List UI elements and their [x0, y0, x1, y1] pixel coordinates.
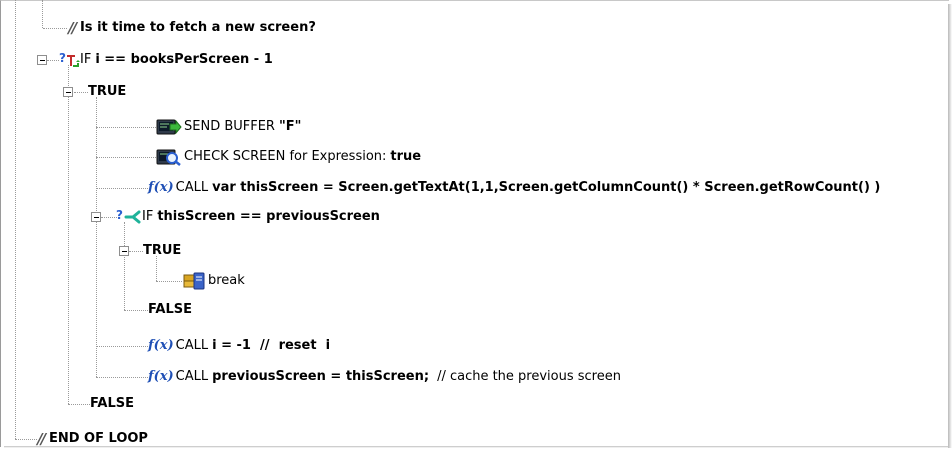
tree-node-call[interactable]: f(x) CALL previousScreen = thisScreen; /…: [148, 367, 621, 387]
tree-line: [43, 28, 67, 29]
tree-line: [96, 346, 148, 347]
tree-node-if[interactable]: ? IF i == booksPerScreen - 1: [58, 50, 273, 70]
tree-line: [124, 310, 148, 311]
collapse-toggle[interactable]: [63, 87, 73, 97]
send-buffer-label: SEND BUFFER: [184, 119, 275, 134]
tree-node-send-buffer[interactable]: SEND BUFFER "F": [156, 117, 301, 137]
tree-line: [42, 0, 43, 28]
tree-line: [96, 377, 148, 378]
tree-node-false[interactable]: FALSE: [90, 394, 134, 414]
tree-line: [129, 251, 143, 252]
function-icon: f(x): [148, 338, 174, 353]
check-screen-value: true: [390, 149, 422, 164]
branch-if-icon: ?: [116, 208, 142, 225]
tree-node-false[interactable]: FALSE: [148, 300, 192, 320]
comment-icon: //: [68, 19, 77, 37]
check-screen-label: CHECK SCREEN for Expression:: [184, 149, 387, 164]
call-keyword: CALL: [175, 369, 209, 384]
tree-line: [96, 188, 148, 189]
tree-node-call[interactable]: f(x) CALL var thisScreen = Screen.getTex…: [148, 178, 880, 198]
tree-line: [101, 217, 117, 218]
if-icon: ?: [58, 51, 80, 68]
tree-line: [15, 439, 37, 440]
panel-shadow-right: [948, 4, 952, 448]
function-icon: f(x): [148, 369, 174, 384]
comment-icon: //: [37, 430, 46, 448]
call-code: var thisScreen = Screen.getTextAt(1,1,Sc…: [212, 180, 881, 195]
tree-line: [96, 127, 156, 128]
tree-node-break[interactable]: break: [182, 271, 245, 291]
tree-line: [15, 0, 16, 439]
function-icon: f(x): [148, 180, 174, 195]
branch-label: FALSE: [90, 396, 134, 411]
node-text: END OF LOOP: [48, 431, 148, 446]
tree-line: [74, 92, 88, 93]
call-comment: // cache the previous screen: [437, 369, 621, 384]
tree-node-comment[interactable]: // Is it time to fetch a new screen?: [68, 18, 316, 38]
collapse-toggle[interactable]: [119, 246, 129, 256]
tree-node-check-screen[interactable]: CHECK SCREEN for Expression: true: [156, 147, 421, 167]
node-text: Is it time to fetch a new screen?: [79, 20, 316, 35]
tree-node-true[interactable]: TRUE: [88, 82, 126, 102]
call-code: previousScreen = thisScreen;: [212, 369, 430, 384]
tree-line: [156, 281, 182, 282]
tree-node-if[interactable]: ? IF thisScreen == previousScreen: [116, 207, 380, 227]
check-screen-icon: [156, 148, 184, 166]
tree-node-call[interactable]: f(x) CALL i = -1 // reset i: [148, 336, 330, 356]
tree-line: [68, 65, 69, 404]
collapse-toggle[interactable]: [91, 212, 101, 222]
tree-node-comment[interactable]: // END OF LOOP: [37, 429, 148, 449]
collapse-toggle[interactable]: [37, 55, 47, 65]
if-keyword: IF: [142, 209, 154, 224]
branch-label: FALSE: [148, 302, 192, 317]
branch-label: TRUE: [88, 84, 127, 99]
send-buffer-icon: [156, 118, 184, 136]
if-condition: thisScreen == previousScreen: [157, 209, 380, 224]
if-condition: i == booksPerScreen - 1: [95, 52, 273, 67]
call-keyword: CALL: [175, 338, 209, 353]
call-code: i = -1 // reset i: [212, 338, 331, 353]
tree-line: [96, 97, 97, 377]
branch-label: TRUE: [143, 243, 182, 258]
call-keyword: CALL: [175, 180, 209, 195]
tree-node-true[interactable]: TRUE: [143, 241, 181, 261]
send-buffer-value: "F": [278, 119, 302, 134]
tree-line: [96, 157, 156, 158]
tree-line: [124, 222, 125, 310]
break-label: break: [208, 273, 245, 288]
break-icon: [182, 271, 208, 291]
tree-line: [68, 404, 90, 405]
if-keyword: IF: [80, 52, 92, 67]
